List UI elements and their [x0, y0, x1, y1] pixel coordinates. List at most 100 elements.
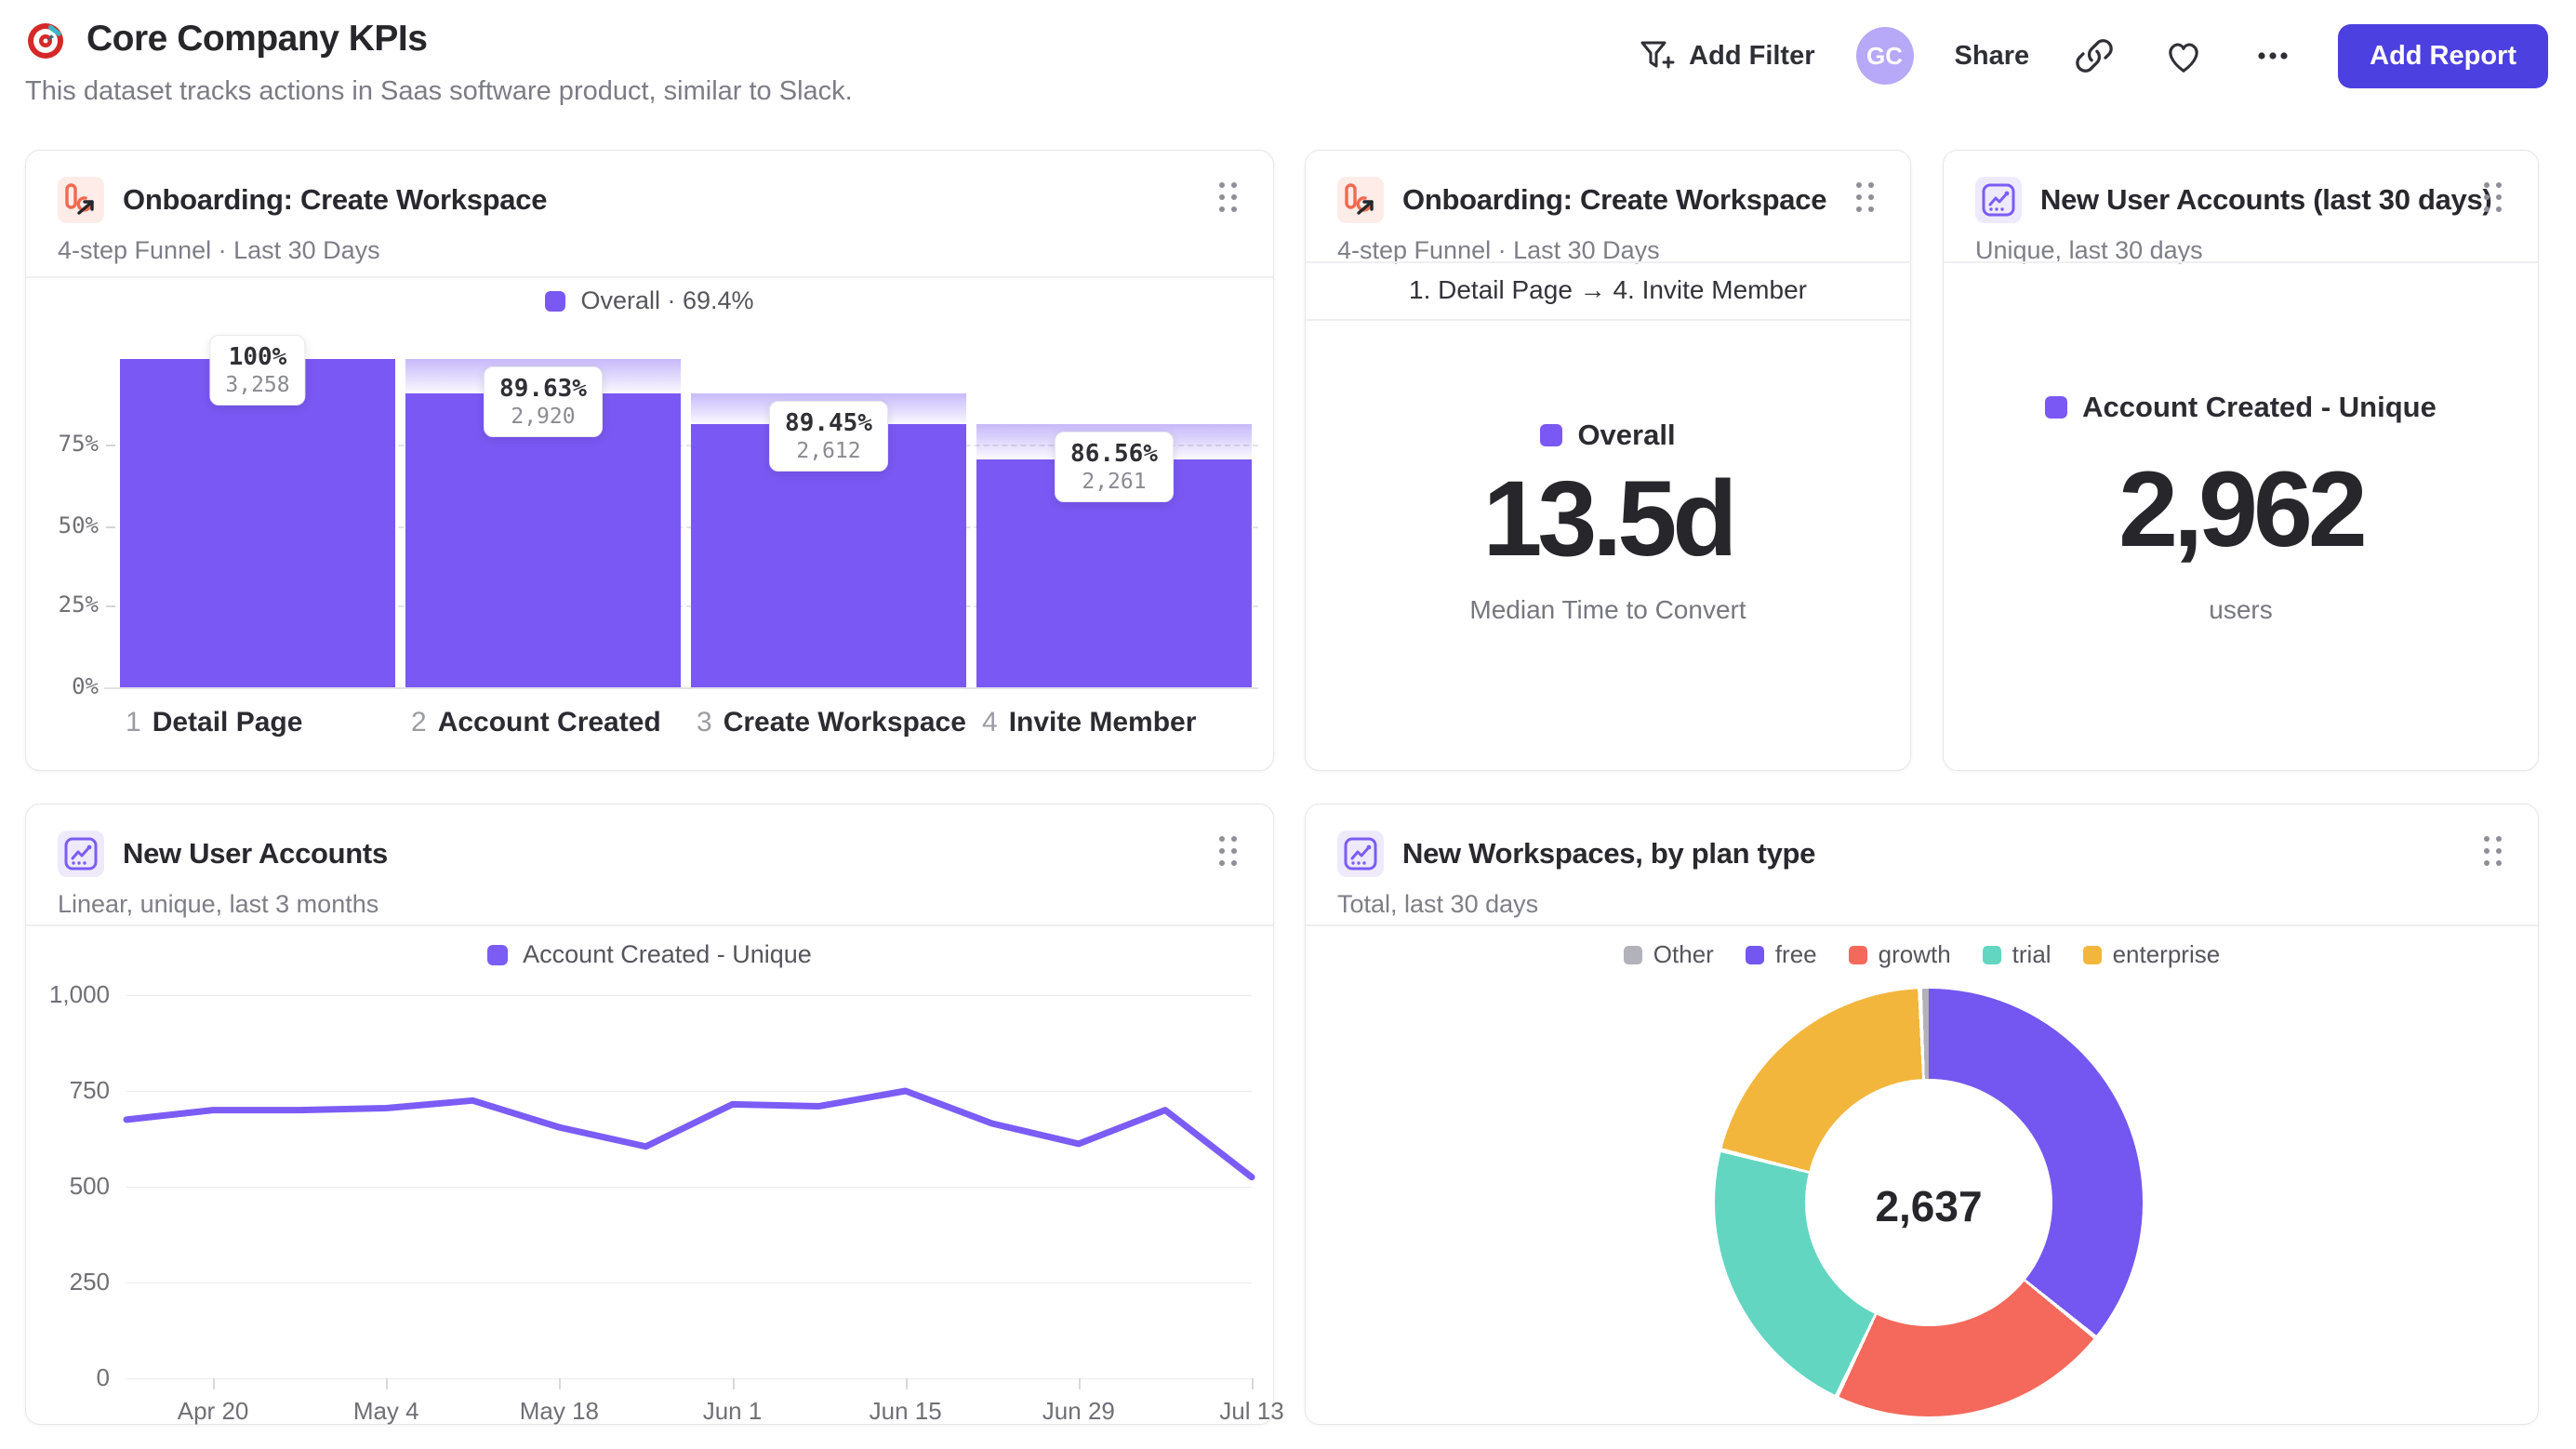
page-header: Core Company KPIs This dataset tracks ac… — [25, 17, 2548, 128]
y-tick-label: 1,000 — [48, 980, 110, 1008]
legend-swatch — [1745, 945, 1764, 964]
drag-handle-icon[interactable] — [2484, 836, 2508, 871]
funnel-step-count: 2,261 — [1082, 469, 1147, 494]
gridline — [126, 1378, 1252, 1379]
divider — [26, 924, 1273, 926]
filter-plus-icon — [1640, 41, 1675, 69]
trend-line[interactable] — [123, 1087, 1255, 1181]
legend-swatch — [2082, 945, 2102, 964]
legend-swatch — [2045, 396, 2068, 419]
funnel-value-tooltip: 89.63% 2,920 — [484, 366, 603, 437]
funnel-bar[interactable] — [120, 359, 395, 687]
legend-item-other[interactable]: Other — [1623, 940, 1714, 969]
legend-item-free[interactable]: free — [1745, 940, 1817, 969]
drag-handle-icon[interactable] — [2484, 182, 2508, 218]
card-title: New Workspaces, by plan type — [1402, 837, 1816, 870]
drag-handle-icon[interactable] — [1219, 182, 1243, 218]
heart-icon — [2169, 43, 2198, 73]
link-icon — [2076, 39, 2113, 73]
metric-legend: Account Created - Unique — [1944, 391, 2538, 424]
ellipsis-icon — [2258, 52, 2288, 60]
card-subtitle: Total, last 30 days — [1337, 890, 1539, 918]
step-number: 3 — [697, 707, 712, 738]
insights-chart-icon — [1975, 177, 2022, 223]
legend-item-enterprise[interactable]: enterprise — [2082, 940, 2221, 969]
page-title: Core Company KPIs — [86, 19, 428, 59]
x-tick-label: Jun 29 — [1042, 1397, 1115, 1425]
metric-caption: Median Time to Convert — [1469, 595, 1746, 624]
step-number: 4 — [982, 707, 998, 738]
x-tick-label: Jul 13 — [1219, 1397, 1284, 1425]
more-button[interactable] — [2249, 32, 2297, 80]
add-report-button[interactable]: Add Report — [2338, 23, 2548, 88]
legend-swatch — [545, 290, 566, 312]
x-tick-label: May 18 — [519, 1397, 600, 1425]
donut-center-value: 2,637 — [1875, 1182, 1983, 1230]
x-tick — [386, 1378, 389, 1389]
x-tick-label: Jun 15 — [869, 1397, 942, 1425]
funnel-step-label: 4 Invite Member — [982, 707, 1257, 738]
legend-swatch — [1982, 945, 2001, 964]
favorite-button[interactable] — [2159, 32, 2208, 80]
legend-label: growth — [1878, 940, 1951, 968]
legend-label: Other — [1653, 940, 1714, 968]
legend-swatch — [1623, 945, 1642, 964]
funnel-bar[interactable] — [405, 392, 681, 687]
funnel-value-tooltip: 86.56% 2,261 — [1055, 431, 1174, 502]
add-filter-label: Add Filter — [1689, 40, 1815, 71]
funnel-chart-icon — [1337, 177, 1384, 223]
step-number: 2 — [411, 707, 427, 738]
funnel-step-label: 3 Create Workspace — [697, 707, 972, 738]
y-tick-label: 750 — [69, 1076, 110, 1104]
card-subtitle: 4-step Funnel · Last 30 Days — [58, 236, 380, 264]
card-funnel: Onboarding: Create Workspace 4-step Funn… — [25, 150, 1274, 771]
funnel-step-pct: 89.63% — [499, 375, 587, 403]
header-actions: Add Filter GC Share Add Report — [1635, 20, 2548, 91]
legend-item-trial[interactable]: trial — [1982, 940, 2052, 969]
legend-label: enterprise — [2112, 940, 2221, 968]
metric-legend: Overall — [1306, 419, 1910, 452]
copy-link-button[interactable] — [2070, 32, 2118, 80]
x-tick — [1252, 1378, 1254, 1389]
donut-legend: Other free growth trial enterprise — [1306, 940, 2538, 969]
metric-value: 13.5d — [1482, 459, 1737, 578]
funnel-step-label: 1 Detail Page — [126, 707, 401, 738]
card-title: New User Accounts — [123, 837, 388, 870]
funnel-step-pct: 100% — [228, 343, 287, 371]
gridline — [126, 1187, 1252, 1188]
add-filter-button[interactable]: Add Filter — [1635, 35, 1815, 76]
drag-handle-icon[interactable] — [1219, 836, 1243, 871]
card-new-users-trend: New User Accounts Linear, unique, last 3… — [25, 804, 1284, 1425]
legend-label: Account Created - Unique — [2082, 391, 2437, 423]
x-tick — [905, 1378, 908, 1389]
gridline — [126, 1091, 1252, 1092]
divider — [1944, 261, 2538, 263]
card-title: Onboarding: Create Workspace — [1402, 183, 1827, 216]
target-icon — [28, 23, 63, 59]
legend-label: Overall · 69.4% — [580, 286, 754, 314]
axis-baseline — [104, 687, 1258, 689]
legend-label: free — [1774, 940, 1817, 968]
legend-item-growth[interactable]: growth — [1848, 940, 1951, 969]
funnel-step-label: 2 Account Created — [411, 707, 686, 738]
y-tick-label: 25% — [58, 592, 99, 618]
x-tick — [559, 1378, 562, 1389]
legend-label: trial — [2012, 940, 2052, 968]
y-tick-label: 75% — [58, 431, 99, 457]
legend-swatch — [487, 944, 509, 965]
metric-caption: users — [2209, 595, 2273, 624]
card-subtitle: Linear, unique, last 3 months — [58, 890, 379, 918]
gridline — [126, 995, 1252, 996]
y-tick-label: 0 — [96, 1363, 110, 1391]
step-number: 1 — [126, 707, 141, 738]
card-title: New User Accounts (last 30 days) — [2040, 183, 2492, 216]
funnel-step-count: 2,920 — [511, 405, 576, 429]
drag-handle-icon[interactable] — [1856, 182, 1880, 218]
step-name: Create Workspace — [723, 707, 966, 738]
avatar[interactable]: GC — [1855, 27, 1914, 85]
y-tick-label: 50% — [58, 512, 99, 538]
legend-label: Account Created - Unique — [523, 940, 812, 968]
share-button[interactable]: Share — [1955, 41, 2030, 72]
y-tick-label: 250 — [69, 1268, 110, 1296]
funnel-step-pct: 89.45% — [785, 408, 872, 437]
